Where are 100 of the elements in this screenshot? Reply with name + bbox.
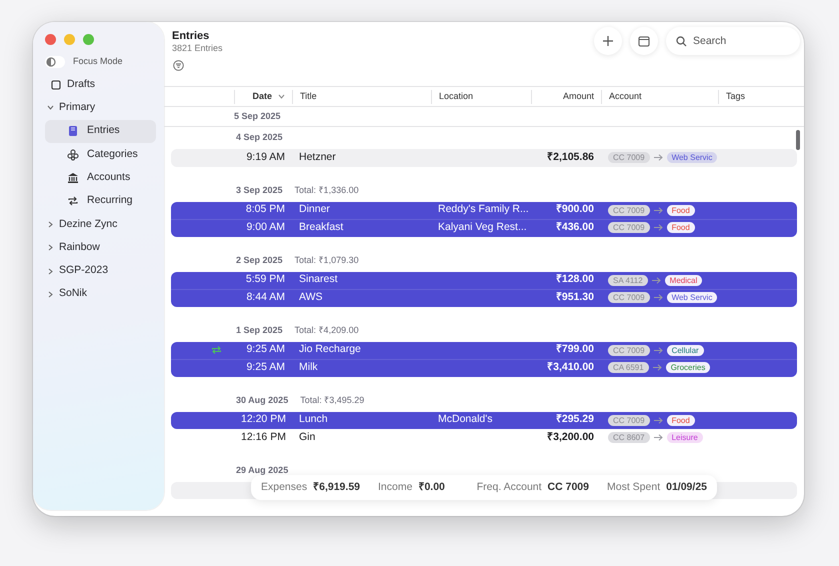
column-header[interactable]: Tags <box>718 90 791 104</box>
arrow-right-icon <box>654 206 663 214</box>
book-icon <box>67 125 79 138</box>
entry-title: Gin <box>299 430 316 443</box>
arrow-right-icon <box>652 276 661 284</box>
calendar-icon <box>638 36 650 46</box>
time-text: 5:59 PM <box>246 273 285 286</box>
chevron-right-icon <box>47 290 54 298</box>
scrollbar-thumb[interactable] <box>796 130 800 150</box>
time-text: 8:44 AM <box>246 290 285 303</box>
sidebar-item[interactable]: Recurring <box>45 189 156 213</box>
summary-label: Income <box>378 480 412 495</box>
category-tag: Food <box>666 222 695 234</box>
entry-row[interactable]: 12:16 PM Gin ₹3,200.00 CC 8607 Leisure <box>171 429 797 446</box>
column-header[interactable]: Title <box>292 90 431 104</box>
date-heading: 30 Aug 2025 <box>236 394 288 407</box>
entry-row[interactable]: 9:25 AM Jio Recharge ₹799.00 CC 7009 Cellular <box>171 342 797 359</box>
entry-row[interactable]: 9:25 AM Milk ₹3,410.00 CA 6591 Groceries <box>171 359 797 376</box>
entry-title: Breakfast <box>299 220 344 233</box>
category-tag: Medical <box>664 274 702 286</box>
group-total: Total: ₹1,336.00 <box>294 184 359 197</box>
chevron-down-icon <box>47 104 54 112</box>
plus-icon <box>602 35 614 47</box>
half-circle-icon <box>46 57 56 67</box>
shapes-icon <box>67 148 79 161</box>
category-tag: Leisure <box>666 432 703 444</box>
time-text: 12:20 PM <box>241 413 286 426</box>
sidebar-item[interactable]: Primary <box>45 96 156 120</box>
amount-text: ₹436.00 <box>556 220 594 233</box>
location-text: Kalyani Veg Rest... <box>438 220 527 233</box>
summary-value: 01/09/25 <box>666 480 707 495</box>
date-heading: 5 Sep 2025 <box>234 110 281 123</box>
column-header[interactable]: Date <box>234 90 292 104</box>
summary-label: Freq. Account <box>476 480 542 495</box>
time-text: 8:05 PM <box>246 203 285 216</box>
summary-label: Most Spent <box>607 480 660 495</box>
entry-title: AWS <box>299 290 323 303</box>
account-tag: CA 6591 <box>608 362 649 374</box>
amount-text: ₹951.30 <box>556 290 594 303</box>
amount-text: ₹900.00 <box>556 203 594 216</box>
entry-title: Dinner <box>299 203 330 216</box>
entry-row[interactable]: 8:44 AM AWS ₹951.30 CC 7009 Web Servic <box>171 289 797 306</box>
amount-text: ₹2,105.86 <box>547 150 594 163</box>
summary-value: CC 7009 <box>548 480 589 495</box>
entry-row[interactable]: 8:05 PM Dinner Reddy's Family R... ₹900.00 CC 7009 Food <box>171 202 797 219</box>
sidebar-item[interactable]: SGP-2023 <box>45 259 156 283</box>
account-tag: CC 8607 <box>608 432 650 444</box>
column-header[interactable]: Amount <box>531 90 601 104</box>
entry-title: Hetzner <box>299 150 336 163</box>
amount-text: ₹295.29 <box>556 413 594 426</box>
filter-icon[interactable] <box>173 60 184 72</box>
location-text: Reddy's Family R... <box>438 203 529 216</box>
entry-title: Lunch <box>299 413 328 426</box>
category-tag: Web Servic <box>666 152 718 164</box>
summary-value: ₹0.00 <box>418 480 445 495</box>
account-tag: CC 7009 <box>608 414 650 426</box>
calendar-button[interactable] <box>630 27 658 55</box>
date-heading: 29 Aug 2025 <box>236 464 288 477</box>
arrow-right-icon <box>652 364 662 372</box>
sidebar-item[interactable]: Accounts <box>45 166 156 190</box>
group-total: Total: ₹4,209.00 <box>294 324 359 337</box>
sidebar-item[interactable]: SoNik <box>45 282 156 306</box>
sidebar-item[interactable]: Entries <box>45 120 156 143</box>
sidebar-item[interactable]: Dezine Zync <box>45 212 156 236</box>
date-heading: 3 Sep 2025 <box>236 184 283 197</box>
summary-value: ₹6,919.59 <box>313 480 360 495</box>
date-heading: 1 Sep 2025 <box>236 324 283 337</box>
category-tag: Groceries <box>666 362 710 374</box>
add-button[interactable] <box>594 27 622 55</box>
account-tag: CC 7009 <box>608 152 650 164</box>
amount-text: ₹3,410.00 <box>547 360 594 373</box>
column-header[interactable]: Account <box>601 90 718 104</box>
focus-mode-toggle[interactable] <box>45 56 65 68</box>
entry-row[interactable]: 12:20 PM Lunch McDonald's ₹295.29 CC 7009 Food <box>171 412 797 429</box>
arrow-right-icon <box>654 434 663 442</box>
time-text: 12:16 PM <box>241 430 286 443</box>
amount-text: ₹3,200.00 <box>547 430 594 443</box>
square-icon <box>51 80 61 90</box>
date-heading: 4 Sep 2025 <box>236 131 283 144</box>
entry-row[interactable]: 9:00 AM Breakfast Kalyani Veg Rest... ₹436.00 CC 7009 Food <box>171 219 797 236</box>
entry-title: Milk <box>299 360 318 373</box>
entry-row[interactable]: 5:59 PM Sinarest ₹128.00 SA 4112 Medical <box>171 272 797 289</box>
column-header[interactable]: Location <box>431 90 531 104</box>
arrow-right-icon <box>654 154 663 162</box>
sidebar-item[interactable]: Drafts <box>45 73 156 96</box>
arrow-right-icon <box>654 294 663 302</box>
sidebar-item[interactable]: Categories <box>45 142 156 166</box>
close-button[interactable] <box>45 34 56 45</box>
sidebar-item[interactable]: Rainbow <box>45 236 156 260</box>
search-field[interactable]: Search <box>666 27 800 55</box>
amount-text: ₹799.00 <box>556 343 594 356</box>
group-total: Total: ₹1,079.30 <box>294 254 359 267</box>
date-heading: 2 Sep 2025 <box>236 254 283 267</box>
chevron-right-icon <box>47 220 54 228</box>
category-tag: Food <box>666 414 695 426</box>
chevron-right-icon <box>47 244 54 252</box>
account-tag: CC 7009 <box>608 292 650 304</box>
bank-icon <box>67 172 79 184</box>
entry-row[interactable]: 9:19 AM Hetzner ₹2,105.86 CC 7009 Web Servic <box>171 149 797 166</box>
arrow-right-icon <box>654 346 663 354</box>
